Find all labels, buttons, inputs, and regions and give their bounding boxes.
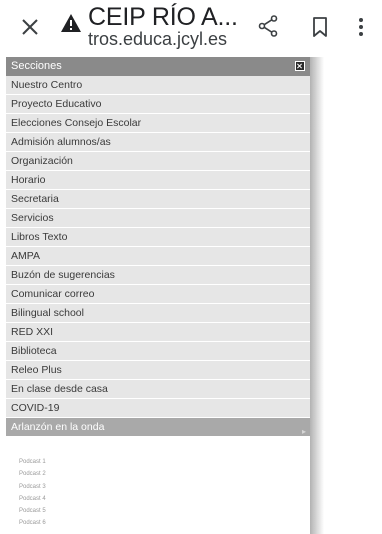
menu-close-icon[interactable] bbox=[295, 61, 305, 71]
menu-item-red-xxi[interactable]: RED XXI bbox=[6, 323, 310, 342]
menu-item-buzon-sugerencias[interactable]: Buzón de sugerencias bbox=[6, 266, 310, 285]
menu-item-servicios[interactable]: Servicios bbox=[6, 209, 310, 228]
menu-item-covid-19[interactable]: COVID-19 bbox=[6, 399, 310, 418]
submenu-item-podcast-5[interactable]: Podcast 5 bbox=[6, 505, 310, 517]
submenu-item-podcast-3[interactable]: Podcast 3 bbox=[6, 481, 310, 493]
share-icon[interactable] bbox=[258, 15, 278, 37]
menu-item-elecciones-consejo-escolar[interactable]: Elecciones Consejo Escolar bbox=[6, 114, 310, 133]
sections-menu: Secciones Nuestro Centro Proyecto Educat… bbox=[6, 57, 310, 534]
submenu-item-podcast-6[interactable]: Podcast 6 bbox=[6, 517, 310, 529]
menu-item-bilingual-school[interactable]: Bilingual school bbox=[6, 304, 310, 323]
chevron-right-icon: ▸ bbox=[301, 427, 306, 436]
menu-item-ampa[interactable]: AMPA bbox=[6, 247, 310, 266]
page-url[interactable]: tros.educa.jcyl.es bbox=[88, 29, 227, 49]
menu-item-en-clase-desde-casa[interactable]: En clase desde casa bbox=[6, 380, 310, 399]
submenu-item-podcast-2[interactable]: Podcast 2 bbox=[6, 468, 310, 480]
podcast-submenu: Podcast 1 Podcast 2 Podcast 3 Podcast 4 … bbox=[6, 456, 310, 530]
menu-item-proyecto-educativo[interactable]: Proyecto Educativo bbox=[6, 95, 310, 114]
menu-item-active-label: Arlanzón en la onda bbox=[11, 421, 105, 433]
close-icon[interactable] bbox=[20, 17, 40, 37]
menu-item-biblioteca[interactable]: Biblioteca bbox=[6, 342, 310, 361]
menu-item-nuestro-centro[interactable]: Nuestro Centro bbox=[6, 76, 310, 95]
menu-item-admision-alumnos[interactable]: Admisión alumnos/as bbox=[6, 133, 310, 152]
submenu-item-podcast-1[interactable]: Podcast 1 bbox=[6, 456, 310, 468]
more-vert-icon[interactable] bbox=[358, 16, 364, 38]
submenu-item-podcast-4[interactable]: Podcast 4 bbox=[6, 493, 310, 505]
menu-header: Secciones bbox=[6, 57, 310, 76]
warning-icon[interactable] bbox=[60, 13, 82, 33]
browser-toolbar: CEIP RÍO A... tros.educa.jcyl.es bbox=[0, 0, 382, 54]
menu-item-organizacion[interactable]: Organización bbox=[6, 152, 310, 171]
menu-shadow bbox=[310, 57, 324, 534]
menu-item-secretaria[interactable]: Secretaria bbox=[6, 190, 310, 209]
menu-item-horario[interactable]: Horario bbox=[6, 171, 310, 190]
page-content: Secciones Nuestro Centro Proyecto Educat… bbox=[0, 54, 382, 534]
sections-menu-panel: Secciones Nuestro Centro Proyecto Educat… bbox=[0, 57, 324, 534]
menu-item-releo-plus[interactable]: Releo Plus bbox=[6, 361, 310, 380]
page-title[interactable]: CEIP RÍO A... bbox=[88, 2, 238, 32]
bookmark-icon[interactable] bbox=[312, 17, 328, 37]
menu-item-comunicar-correo[interactable]: Comunicar correo bbox=[6, 285, 310, 304]
menu-list: Nuestro Centro Proyecto Educativo Elecci… bbox=[6, 76, 310, 437]
menu-item-libros-texto[interactable]: Libros Texto bbox=[6, 228, 310, 247]
menu-item-arlanzon-en-la-onda[interactable]: Arlanzón en la onda ▸ bbox=[6, 418, 310, 437]
menu-header-label: Secciones bbox=[11, 60, 62, 72]
